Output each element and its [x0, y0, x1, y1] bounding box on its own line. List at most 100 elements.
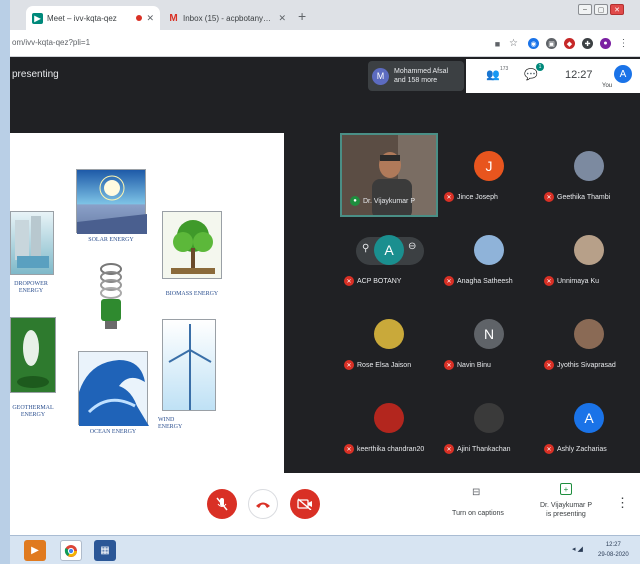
sun-icon	[77, 175, 147, 234]
browser-window: ▶ Meet – ivv-kqta-qez ✕ M Inbox (15) - a…	[10, 0, 640, 564]
mic-off-icon: ✕	[544, 444, 554, 454]
participant-tile[interactable]: ✕ Jyothis Sivaprasad	[540, 309, 640, 377]
remove-icon[interactable]: ⊖	[408, 241, 416, 252]
chat-badge: 1	[536, 63, 544, 71]
mic-off-icon: ✕	[444, 444, 454, 454]
system-clock[interactable]: 12:27 29-08-2020	[598, 540, 629, 560]
mic-off-icon	[216, 497, 228, 511]
mic-off-icon: ✕	[344, 360, 354, 370]
tab-title: Inbox (15) - acpbotany@alphonsa	[183, 13, 275, 23]
url-text[interactable]: om/ivv-kqta-qez?pli=1	[12, 38, 90, 47]
avatar-photo	[574, 319, 604, 349]
menu-icon[interactable]: ⋮	[618, 38, 629, 49]
extension-icon[interactable]: ◆	[564, 38, 575, 49]
participant-tile[interactable]: J ✕ Jince Joseph	[440, 141, 540, 209]
participant-name-tag: ✕ Unnimaya Ku	[544, 275, 640, 287]
avatar: N	[474, 319, 504, 349]
window-close-button[interactable]: ✕	[610, 4, 624, 15]
self-avatar[interactable]: A	[614, 65, 632, 83]
address-bar: om/ivv-kqta-qez?pli=1 ■ ☆ ◉ ▣ ◆ ✚ ● ⋮	[10, 30, 640, 57]
participant-tile[interactable]: A ✕ Ashly Zacharias	[540, 393, 640, 461]
tab-gmail[interactable]: M Inbox (15) - acpbotany@alphonsa ✕	[162, 6, 292, 30]
chip-line2: and 158 more	[394, 77, 438, 84]
gmail-icon: M	[169, 12, 178, 24]
participant-grid: ● Dr. Vijaykumar P J ✕ Jince Joseph ✕ Geet…	[340, 133, 640, 473]
captions-icon[interactable]: ⊟	[472, 487, 480, 498]
meet-stage: presenting M Mohammed Afsal and 158 more…	[10, 57, 640, 535]
ocean-image	[78, 351, 149, 426]
participant-tile[interactable]: ✕ Anagha Satheesh	[440, 225, 540, 293]
self-label: You	[602, 83, 613, 89]
meeting-clock: 12:27	[565, 69, 593, 81]
bookmark-star-icon[interactable]: ☆	[508, 38, 519, 49]
participant-name-tag: ✕ Geethika Thambi	[544, 191, 640, 203]
avatar-photo	[474, 235, 504, 265]
featured-speaker-video[interactable]: ● Dr. Vijaykumar P	[340, 133, 438, 217]
mic-off-icon: ✕	[344, 276, 354, 286]
steam-icon	[17, 330, 49, 388]
hydropower-caption: DROPOWER ENERGY	[14, 281, 48, 294]
close-icon[interactable]: ✕	[146, 13, 154, 24]
plant-icon	[171, 220, 215, 274]
microphone-toggle-button[interactable]	[207, 489, 237, 519]
participant-name: Ajini Thankachan	[457, 445, 511, 453]
app-window-icon[interactable]: ▦	[94, 540, 116, 561]
tab-title: Meet – ivv-kqta-qez	[47, 13, 117, 23]
participant-tile[interactable]: ✕ Ajini Thankachan	[440, 393, 540, 461]
profile-icon[interactable]: ●	[600, 38, 611, 49]
os-taskbar: ▶ ▦ ◂ ◢ 12:27 29-08-2020	[10, 535, 640, 564]
tray-icons[interactable]: ◂ ◢	[572, 545, 583, 553]
camera-toggle-button[interactable]	[290, 489, 320, 519]
maximize-button[interactable]: ▢	[594, 4, 608, 15]
participant-name-tag: ● Dr. Vijaykumar P	[350, 195, 436, 207]
hydropower-image	[10, 211, 54, 275]
participant-name: Anagha Satheesh	[457, 277, 513, 285]
participant-name: keerthika chandran20	[357, 445, 425, 453]
participant-name-tag: ✕ Navin Binu	[444, 359, 540, 371]
extension-icon[interactable]: ◉	[528, 38, 539, 49]
participant-tile[interactable]: ✕ Unnimaya Ku	[540, 225, 640, 293]
cfl-bulb-icon	[100, 263, 122, 329]
presenting-status[interactable]: Dr. Vijaykumar P is presenting	[526, 501, 606, 519]
minimize-button[interactable]: –	[578, 4, 592, 15]
avatar: A	[374, 235, 404, 265]
participant-tile[interactable]: ✕ Rose Elsa Jaison	[340, 309, 440, 377]
participant-name: Unnimaya Ku	[557, 277, 600, 285]
extensions-puzzle-icon[interactable]: ✚	[582, 38, 593, 49]
meet-icon: ▶	[32, 12, 43, 24]
recording-icon	[136, 15, 143, 21]
presenter-name: Dr. Vijaykumar P	[540, 502, 592, 509]
pin-icon[interactable]: ⚲	[362, 243, 369, 254]
more-options-icon[interactable]: ⋮	[616, 495, 629, 511]
chrome-icon[interactable]	[60, 540, 82, 561]
dam-icon	[15, 216, 49, 268]
participant-name-tag: ✕ keerthika chandran20	[344, 443, 440, 455]
people-count: 173	[500, 66, 509, 72]
participants-chip[interactable]: M Mohammed Afsal and 158 more	[368, 61, 464, 91]
participant-name: Geethika Thambi	[557, 193, 611, 201]
present-screen-icon[interactable]: +	[560, 483, 572, 495]
presenting-title: presenting	[12, 69, 59, 80]
extension-icon[interactable]: ▣	[546, 38, 557, 49]
people-icon[interactable]: 👥	[486, 68, 500, 81]
participant-tile[interactable]: ✕ keerthika chandran20	[340, 393, 440, 461]
leave-call-button[interactable]	[248, 489, 278, 519]
participant-tile[interactable]: ⚲ A ⊖ ✕ ACP BOTANY	[340, 225, 440, 293]
ocean-caption: OCEAN ENERGY	[89, 429, 137, 435]
close-icon[interactable]: ✕	[278, 13, 286, 24]
captions-button-label[interactable]: Turn on captions	[438, 509, 518, 518]
call-controls: ⊟ Turn on captions + Dr. Vijaykumar P is…	[10, 473, 640, 535]
participant-tile[interactable]: N ✕ Navin Binu	[440, 309, 540, 377]
chat-icon[interactable]: 💬	[524, 68, 538, 81]
camera-indicator-icon[interactable]: ■	[492, 38, 503, 49]
participant-name: Navin Binu	[457, 361, 491, 369]
geothermal-caption: GEOTHERMAL ENERGY	[12, 405, 54, 418]
avatar-photo	[374, 319, 404, 349]
new-tab-button[interactable]: +	[298, 9, 306, 23]
participant-tile[interactable]: ✕ Geethika Thambi	[540, 141, 640, 209]
meet-header: 👥 173 💬 1 12:27 A You	[466, 59, 640, 93]
avatar-photo	[474, 403, 504, 433]
tab-meet[interactable]: ▶ Meet – ivv-kqta-qez ✕	[26, 6, 160, 30]
system-date: 29-08-2020	[598, 552, 629, 558]
media-player-icon[interactable]: ▶	[24, 540, 46, 561]
